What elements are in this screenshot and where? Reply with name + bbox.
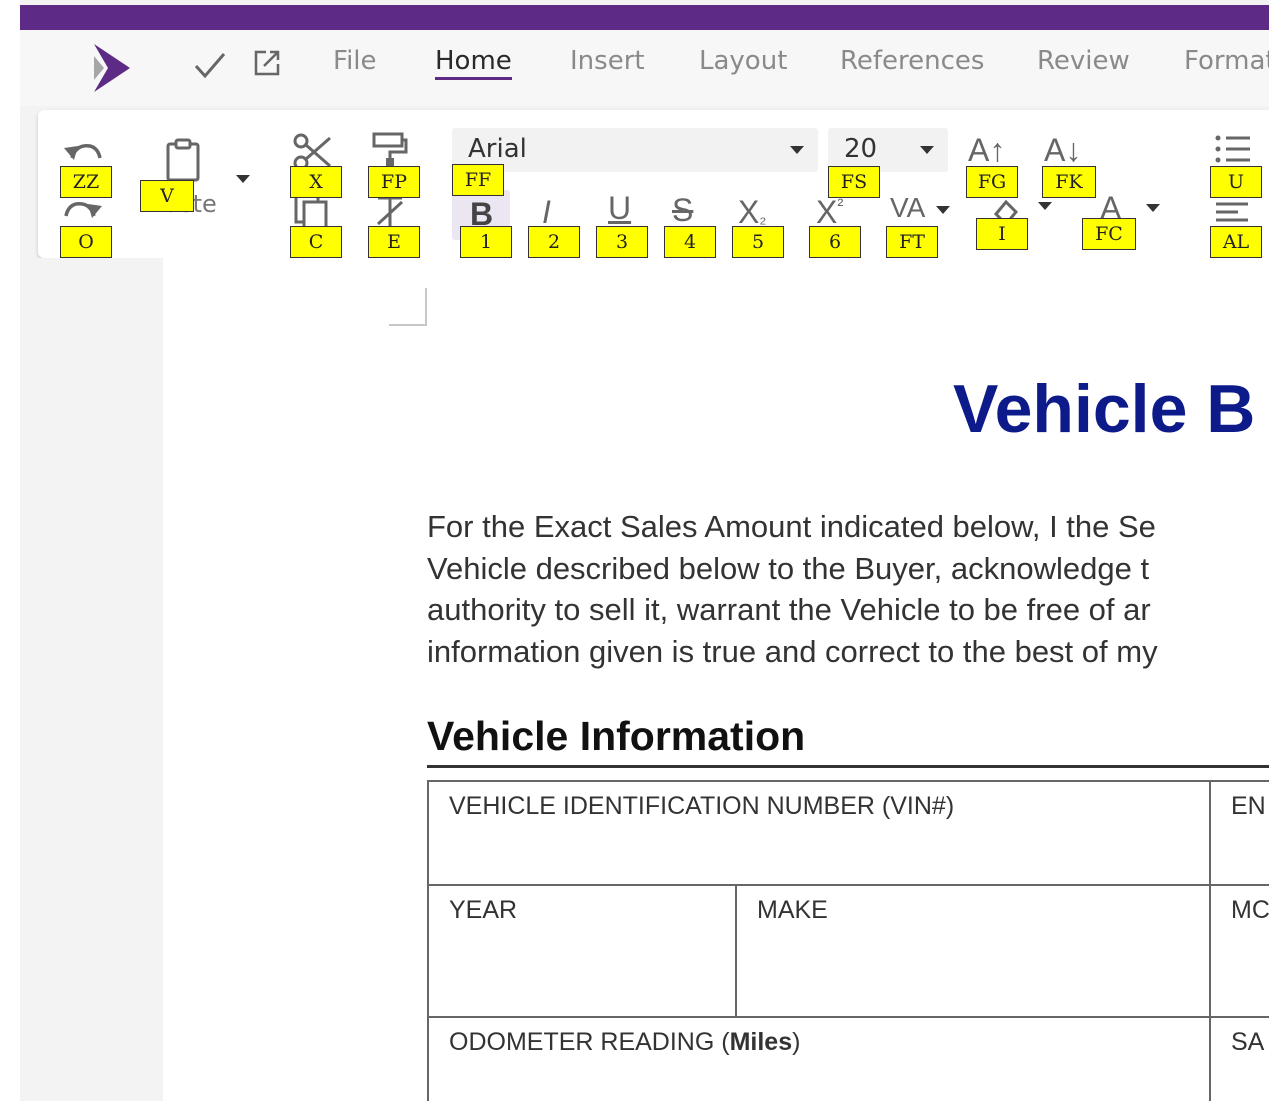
tab-format[interactable]: Format — [1184, 46, 1269, 76]
tab-file[interactable]: File — [333, 46, 377, 76]
redo-icon[interactable] — [62, 196, 104, 224]
document-title: Vehicle B — [953, 371, 1256, 447]
font-spacing-dropdown-icon[interactable] — [936, 206, 950, 214]
paste-dropdown-icon[interactable] — [236, 175, 250, 183]
intro-line: authority to sell it, warrant the Vehicl… — [427, 592, 1151, 627]
checkmark-icon[interactable] — [192, 48, 228, 84]
font-size-dropdown-icon — [920, 146, 934, 154]
bold-hint: 1 — [460, 226, 512, 258]
vin-label: VEHICLE IDENTIFICATION NUMBER (VIN#) — [449, 792, 955, 820]
tab-insert[interactable]: Insert — [570, 46, 645, 76]
font-color-dropdown-icon[interactable] — [1146, 204, 1160, 212]
superscript-icon[interactable]: X² — [816, 196, 843, 228]
sale-label: SA — [1231, 1028, 1265, 1056]
document-page[interactable]: Vehicle B For the Exact Sales Amount ind… — [163, 258, 1269, 1101]
font-family-hint: FF — [452, 164, 504, 196]
subscript-icon[interactable]: X₂ — [738, 196, 766, 228]
page-corner-mark — [389, 288, 427, 326]
subscript-hint: 5 — [732, 226, 784, 258]
paste-hint: V — [140, 180, 194, 212]
model-cell[interactable]: MC — [1211, 886, 1269, 1018]
italic-hint: 2 — [528, 226, 580, 258]
font-size-hint: FS — [828, 166, 880, 198]
section-heading: Vehicle Information — [427, 713, 806, 759]
italic-icon[interactable]: I — [542, 196, 551, 228]
sale-cell[interactable]: SA — [1211, 1018, 1269, 1101]
open-external-icon[interactable] — [252, 48, 288, 84]
vin-cell[interactable]: VEHICLE IDENTIFICATION NUMBER (VIN#) — [429, 782, 1211, 886]
intro-line: information given is true and correct to… — [427, 633, 1158, 669]
undo-hint: ZZ — [60, 166, 112, 198]
clear-format-icon[interactable] — [372, 194, 408, 230]
intro-line: For the Exact Sales Amount indicated bel… — [427, 509, 1156, 544]
menu-bar: File Home Insert Layout References Revie… — [20, 30, 1269, 106]
make-cell[interactable]: MAKE — [737, 886, 1211, 1018]
grow-font-hint: FG — [966, 166, 1018, 198]
superscript-hint: 6 — [809, 226, 861, 258]
copy-hint: C — [290, 226, 342, 258]
bullet-list-icon[interactable] — [1214, 134, 1252, 164]
model-label: MC — [1231, 896, 1269, 924]
shrink-font-hint: FK — [1042, 166, 1096, 198]
strikethrough-hint: 4 — [664, 226, 716, 258]
font-spacing-hint: FT — [886, 226, 938, 258]
redo-hint: O — [60, 226, 112, 258]
align-hint: AL — [1210, 226, 1262, 258]
year-cell[interactable]: YEAR — [429, 886, 737, 1018]
tab-home[interactable]: Home — [435, 46, 512, 80]
title-bar — [20, 5, 1269, 30]
left-margin-pane — [20, 258, 163, 1101]
underline-hint: 3 — [596, 226, 648, 258]
cut-hint: X — [290, 166, 342, 198]
engine-cell[interactable]: EN — [1211, 782, 1269, 886]
odometer-cell[interactable]: ODOMETER READING (Miles) — [429, 1018, 1211, 1101]
undo-icon[interactable] — [62, 138, 104, 166]
highlight-hint: I — [976, 218, 1028, 250]
font-size-value: 20 — [844, 134, 878, 164]
clipboard-icon[interactable] — [164, 138, 202, 182]
grow-font-icon[interactable]: A↑ — [968, 134, 1005, 166]
font-family-dropdown-icon — [790, 146, 804, 154]
app-window: File Home Insert Layout References Revie… — [20, 0, 1269, 1101]
shrink-font-icon[interactable]: A↓ — [1044, 134, 1081, 166]
underline-icon[interactable]: U — [608, 192, 631, 224]
font-family-select[interactable]: Arial — [452, 128, 818, 172]
format-painter-hint: FP — [368, 166, 420, 198]
vehicle-info-table: VEHICLE IDENTIFICATION NUMBER (VIN#) EN … — [427, 780, 1269, 1101]
strikethrough-icon[interactable]: S — [672, 194, 693, 226]
make-label: MAKE — [757, 896, 828, 924]
intro-line: Vehicle described below to the Buyer, ac… — [427, 550, 1150, 586]
highlight-dropdown-icon[interactable] — [1038, 202, 1052, 210]
bullets-hint: U — [1210, 166, 1262, 198]
home-ribbon: Paste Arial 20 A↑ A↓ — [38, 110, 1269, 258]
tab-references[interactable]: References — [840, 46, 984, 76]
app-logo-icon[interactable] — [90, 40, 134, 96]
engine-label: EN — [1231, 792, 1266, 820]
odometer-label: ODOMETER READING (Miles) — [449, 1028, 801, 1056]
intro-paragraph: For the Exact Sales Amount indicated bel… — [427, 506, 1269, 672]
font-family-value: Arial — [468, 134, 527, 164]
year-label: YEAR — [449, 896, 518, 924]
tab-layout[interactable]: Layout — [699, 46, 787, 76]
font-color-hint: FC — [1082, 218, 1136, 250]
font-spacing-icon[interactable]: VA — [890, 194, 925, 222]
section-divider — [427, 765, 1269, 768]
clear-format-hint: E — [368, 226, 420, 258]
tab-review[interactable]: Review — [1037, 46, 1130, 76]
